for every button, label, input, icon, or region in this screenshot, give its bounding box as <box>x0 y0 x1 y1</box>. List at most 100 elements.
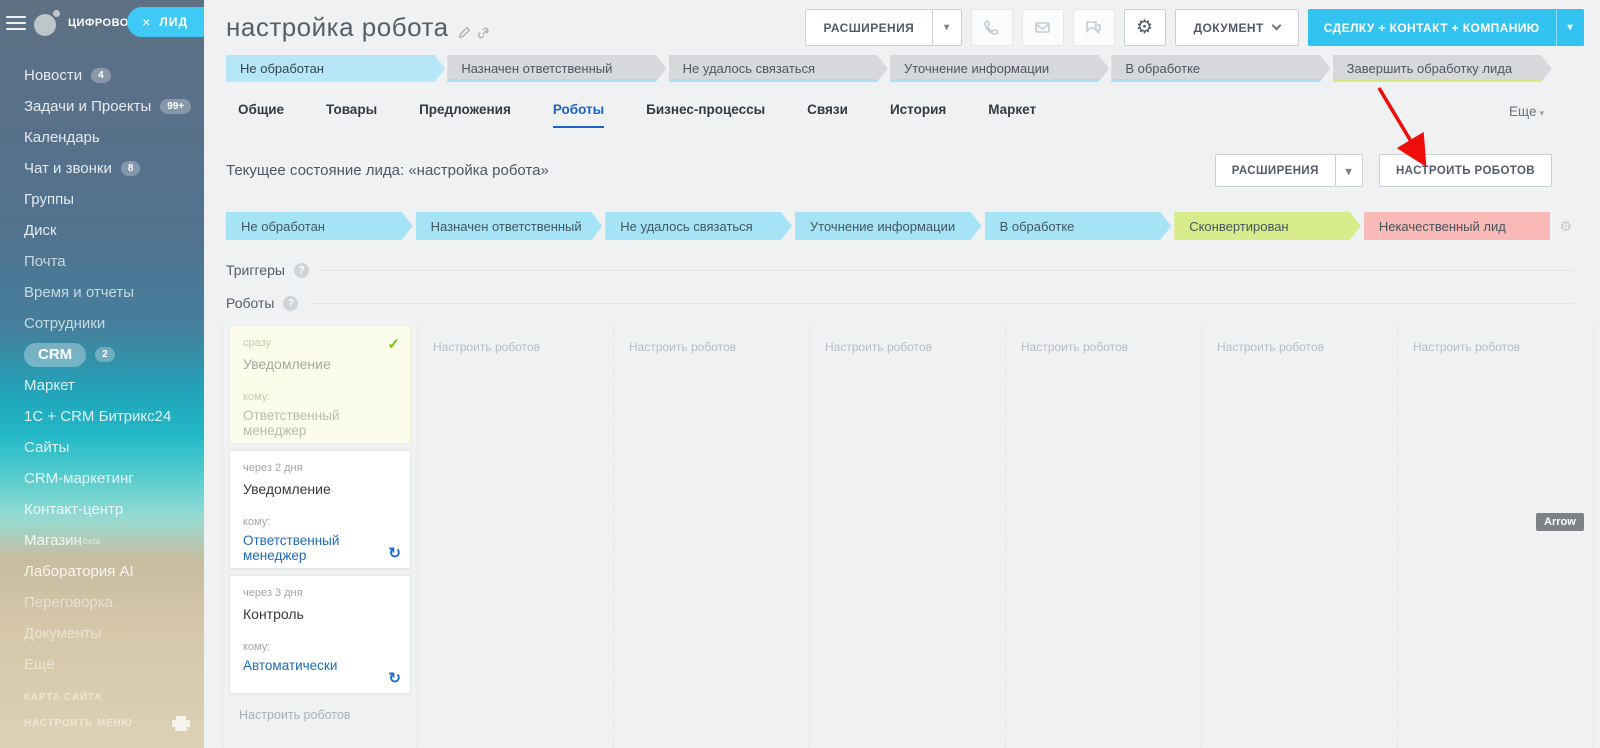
email-button[interactable] <box>1022 9 1064 46</box>
configure-robots-link[interactable]: Настроить роботов <box>825 340 1005 354</box>
close-icon[interactable]: × <box>142 15 150 29</box>
gear-icon: ⚙ <box>1136 18 1153 37</box>
robot-card[interactable]: через 2 дня Уведомление кому: Ответствен… <box>229 450 411 569</box>
settings-button[interactable]: ⚙ <box>1124 9 1166 46</box>
sidebar-item-more[interactable]: Ещё <box>0 649 204 680</box>
pipeline-stage-junk-lead[interactable]: Некачественный лид <box>1364 212 1551 240</box>
robot-when: через 2 дня <box>243 462 397 474</box>
stage-finish-lead[interactable]: Завершить обработку лида <box>1333 55 1552 82</box>
lead-state-text: Текущее состояние лида: «настройка робот… <box>226 162 549 179</box>
robots-board: сразу ✓ Уведомление кому: Ответственный … <box>222 323 1600 748</box>
robot-card[interactable]: через 3 дня Контроль кому: Автоматически… <box>229 575 411 694</box>
company-logo <box>34 10 60 36</box>
beta-tag: beta <box>83 536 101 546</box>
configure-menu-link[interactable]: НАСТРОИТЬ МЕНЮ <box>24 718 133 729</box>
stage-clarify-info[interactable]: Уточнение информации <box>890 55 1109 82</box>
sidebar-item-news[interactable]: Новости4 <box>0 60 204 91</box>
stage-in-progress[interactable]: В обработке <box>1111 55 1330 82</box>
tab-connections[interactable]: Связи <box>807 102 848 128</box>
extensions-caret-button-2[interactable]: ▾ <box>1336 154 1363 187</box>
sidebar-item-ai-lab[interactable]: Лаборатория AI <box>0 556 204 587</box>
board-column-junk: Настроить роботов <box>1398 323 1594 748</box>
extensions-button[interactable]: РАСШИРЕНИЯ <box>805 9 934 46</box>
stage-cannot-contact[interactable]: Не удалось связаться <box>669 55 888 82</box>
stage-not-processed[interactable]: Не обработан <box>226 55 445 82</box>
robot-to-label: кому: <box>243 516 397 528</box>
printer-icon[interactable] <box>172 716 190 731</box>
tab-products[interactable]: Товары <box>326 102 377 128</box>
robot-title: Контроль <box>243 606 397 622</box>
configure-robots-button[interactable]: НАСТРОИТЬ РОБОТОВ <box>1379 154 1552 187</box>
robots-section-header: Роботы ? <box>226 295 1574 311</box>
extensions-button-2[interactable]: РАСШИРЕНИЯ <box>1215 154 1336 187</box>
tab-history[interactable]: История <box>890 102 946 128</box>
stage-assigned[interactable]: Назначен ответственный <box>447 55 666 82</box>
status-row: Текущее состояние лида: «настройка робот… <box>204 128 1600 187</box>
pipeline-stage-cannot-contact[interactable]: Не удалось связаться <box>605 212 792 240</box>
sidebar-item-calendar[interactable]: Календарь <box>0 122 204 153</box>
document-button[interactable]: ДОКУМЕНТ <box>1175 9 1299 46</box>
tab-robots[interactable]: Роботы <box>553 102 604 128</box>
robot-recipient-link[interactable]: Ответственный менеджер <box>243 533 397 563</box>
tab-quotes[interactable]: Предложения <box>419 102 511 128</box>
pipeline-stage-clarify-info[interactable]: Уточнение информации <box>795 212 982 240</box>
configure-robots-link[interactable]: Настроить роботов <box>433 340 613 354</box>
sidebar-item-disk[interactable]: Диск <box>0 215 204 246</box>
configure-robots-link[interactable]: Настроить роботов <box>239 708 411 722</box>
sidebar-item-groups[interactable]: Группы <box>0 184 204 215</box>
create-entity-caret-button[interactable]: ▾ <box>1556 9 1584 46</box>
configure-robots-link[interactable]: Настроить роботов <box>1021 340 1201 354</box>
pipeline-stage-converted[interactable]: Сконвертирован <box>1174 212 1361 240</box>
sidebar-item-meeting-room[interactable]: Переговорка <box>0 587 204 618</box>
help-icon[interactable]: ? <box>283 296 298 311</box>
counter-badge: 2 <box>95 347 115 362</box>
chevron-down-icon <box>1271 21 1281 31</box>
sidebar-item-mail[interactable]: Почта <box>0 246 204 277</box>
pipeline-stage-not-processed[interactable]: Не обработан <box>226 212 413 240</box>
configure-robots-link[interactable]: Настроить роботов <box>629 340 809 354</box>
tab-general[interactable]: Общие <box>238 102 284 128</box>
copy-link-icon[interactable] <box>478 26 491 39</box>
sidebar-item-shop[interactable]: Магазинbeta <box>0 525 204 556</box>
configure-robots-link[interactable]: Настроить роботов <box>1413 340 1593 354</box>
robots-title: Роботы <box>226 295 274 311</box>
extensions-caret-button[interactable]: ▾ <box>933 9 961 46</box>
sitemap-link[interactable]: КАРТА САЙТА <box>24 692 102 703</box>
chat-icon <box>1085 19 1102 36</box>
page-header: настройка робота РАСШИРЕНИЯ ▾ ⚙ ДОК <box>204 0 1600 52</box>
sidebar-item-employees[interactable]: Сотрудники <box>0 308 204 339</box>
check-icon: ✓ <box>387 335 400 353</box>
sidebar-item-documents[interactable]: Документы <box>0 618 204 649</box>
counter-badge: 99+ <box>160 99 191 114</box>
robot-card[interactable]: сразу ✓ Уведомление кому: Ответственный … <box>229 325 411 444</box>
board-column-clarify-info: Настроить роботов <box>810 323 1006 748</box>
configure-robots-link[interactable]: Настроить роботов <box>1217 340 1397 354</box>
header-toolbar: РАСШИРЕНИЯ ▾ ⚙ ДОКУМЕНТ СДЕЛКУ + КОНТАКТ… <box>805 9 1584 46</box>
sidebar-item-tasks[interactable]: Задачи и Проекты99+ <box>0 91 204 122</box>
sidebar-item-crm-marketing[interactable]: CRM-маркетинг <box>0 463 204 494</box>
lead-entity-pill[interactable]: × ЛИД <box>127 7 204 37</box>
pipeline-stage-in-progress[interactable]: В обработке <box>985 212 1172 240</box>
sidebar-item-crm[interactable]: CRM2 <box>0 339 204 370</box>
sidebar-item-contact-center[interactable]: Контакт-центр <box>0 494 204 525</box>
sidebar-item-sites[interactable]: Сайты <box>0 432 204 463</box>
edit-title-icon[interactable] <box>458 26 471 39</box>
robot-recipient-link[interactable]: Автоматически <box>243 658 397 673</box>
tab-market[interactable]: Маркет <box>988 102 1036 128</box>
sidebar-item-market[interactable]: Маркет <box>0 370 204 401</box>
pipeline-stage-assigned[interactable]: Назначен ответственный <box>416 212 603 240</box>
divider <box>310 303 1574 304</box>
help-icon[interactable]: ? <box>294 263 309 278</box>
sidebar-item-time-reports[interactable]: Время и отчеты <box>0 277 204 308</box>
call-button[interactable] <box>971 9 1013 46</box>
tabs-more-button[interactable]: Еще▾ <box>1509 104 1544 128</box>
hamburger-icon[interactable] <box>6 16 26 30</box>
pipeline-gear-icon[interactable]: ⚙ <box>1559 219 1572 233</box>
robot-when: сразу <box>243 337 397 349</box>
tab-business-processes[interactable]: Бизнес-процессы <box>646 102 765 128</box>
chat-button[interactable] <box>1073 9 1115 46</box>
create-entity-button[interactable]: СДЕЛКУ + КОНТАКТ + КОМПАНИЮ <box>1308 9 1556 46</box>
sidebar-item-chat[interactable]: Чат и звонки8 <box>0 153 204 184</box>
sidebar: ЦИФРОВОЙ ЭЛЕМЕ × ЛИД Новости4 Задачи и П… <box>0 0 204 748</box>
sidebar-item-1c-crm[interactable]: 1С + CRM Битрикс24 <box>0 401 204 432</box>
